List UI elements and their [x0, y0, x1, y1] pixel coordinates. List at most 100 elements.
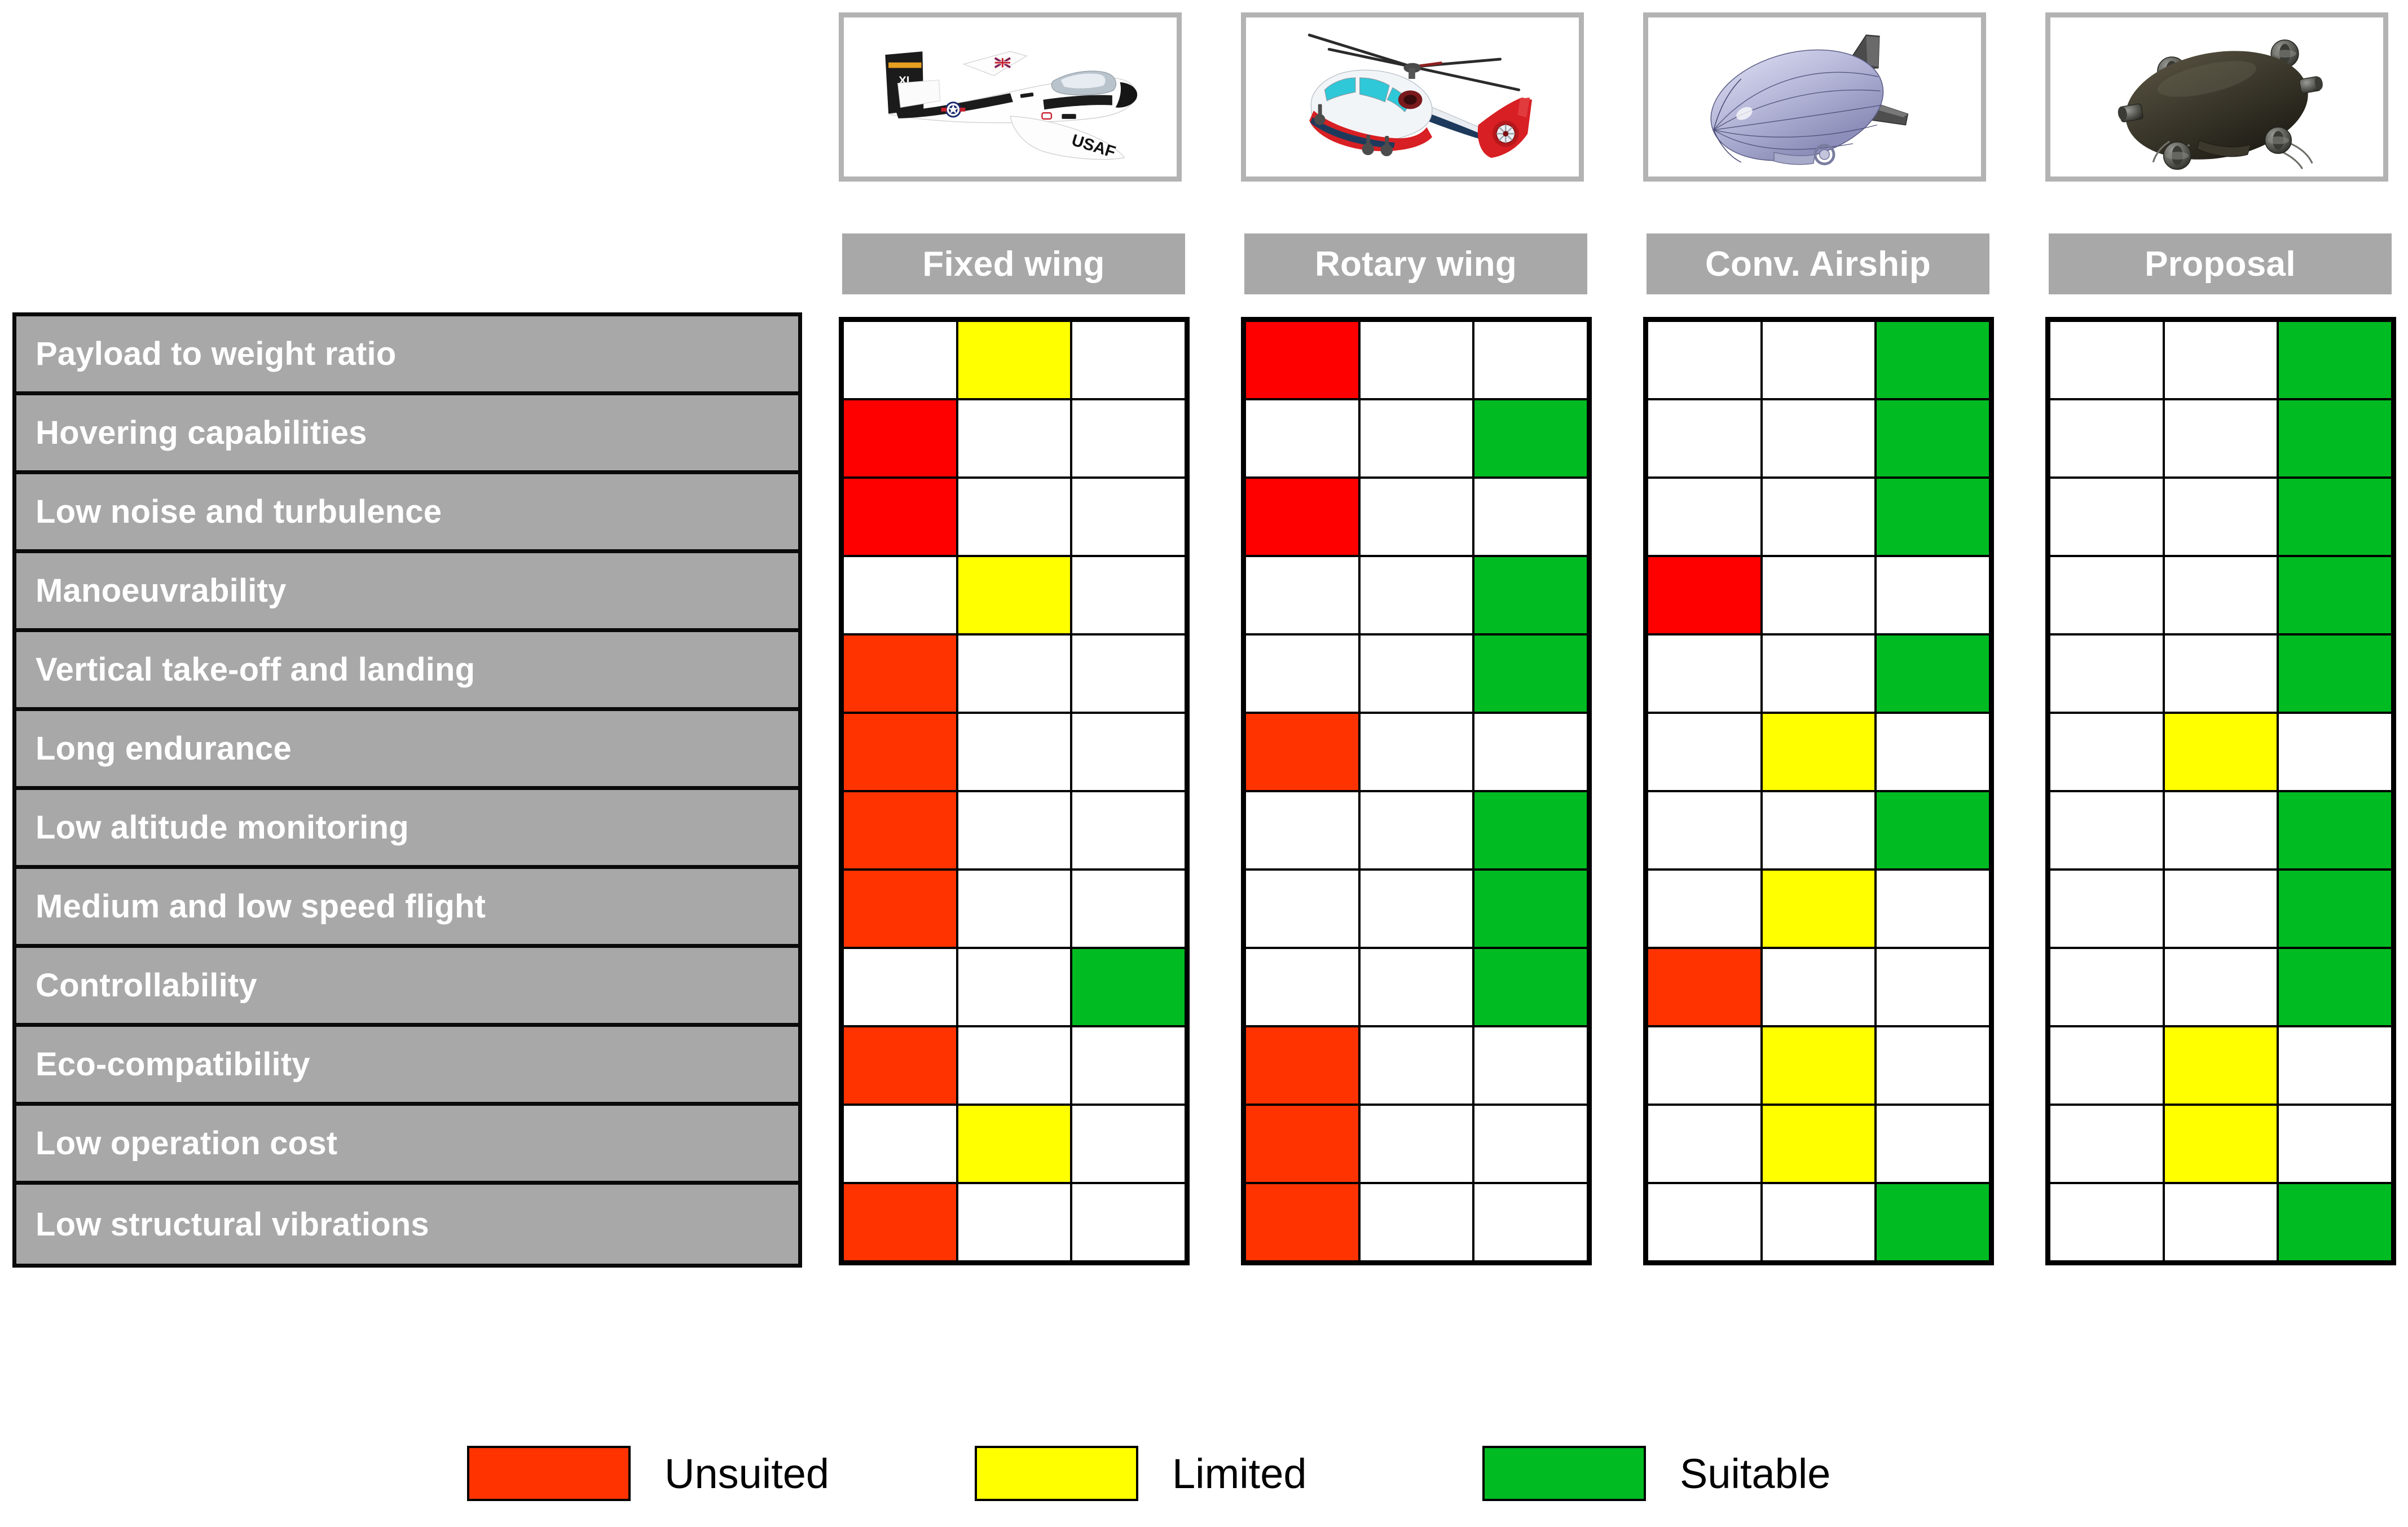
rating-cell-empty — [1762, 557, 1877, 633]
rating-cell-empty — [1360, 1184, 1475, 1260]
rating-cell-filled — [1877, 635, 1989, 712]
rating-cell-filled — [1474, 871, 1587, 947]
rating-cell-empty — [2050, 949, 2165, 1025]
rating-cell-empty — [1474, 1106, 1587, 1182]
rating-cell-empty — [1072, 1184, 1185, 1260]
fixed-wing-aircraft-photo: XL USAF — [844, 17, 1177, 176]
rating-cell-empty — [958, 1027, 1073, 1104]
rating-cell-filled — [958, 557, 1073, 633]
column-header-label: Proposal — [2145, 244, 2296, 284]
rating-cell-empty — [1246, 792, 1361, 868]
rating-row — [1246, 479, 1587, 557]
criteria-row: Long endurance — [16, 711, 798, 790]
legend: Unsuited Limited Suitable — [467, 1437, 1990, 1510]
criteria-label: Long endurance — [36, 730, 292, 767]
rating-cell-empty — [2050, 792, 2165, 868]
rating-row — [1648, 635, 1989, 714]
rating-cell-filled — [2279, 871, 2392, 947]
rating-cell-empty — [1072, 400, 1185, 476]
rating-cell-filled — [844, 871, 958, 947]
rating-cell-empty — [2279, 1027, 2392, 1104]
rating-row — [844, 1106, 1185, 1184]
criteria-row: Manoeuvrability — [16, 553, 798, 632]
rating-cell-filled — [1762, 1027, 1877, 1104]
rating-cell-empty — [1762, 400, 1877, 476]
rating-cell-filled — [1877, 322, 1989, 398]
column-header-label: Fixed wing — [922, 244, 1105, 284]
criteria-label: Vertical take-off and landing — [36, 651, 476, 688]
legend-label: Limited — [1172, 1450, 1307, 1497]
rating-cell-empty — [1762, 792, 1877, 868]
criteria-label: Manoeuvrability — [36, 572, 287, 609]
rating-cell-filled — [1246, 479, 1361, 555]
rating-cell-empty — [2164, 479, 2279, 555]
rating-row — [1246, 1106, 1587, 1184]
thumbnail-fixed-wing: XL USAF — [839, 12, 1182, 182]
criteria-row: Medium and low speed flight — [16, 869, 798, 948]
rating-cell-empty — [1072, 322, 1185, 398]
rating-cell-empty — [1246, 949, 1361, 1025]
rating-cell-empty — [1072, 792, 1185, 868]
rating-row — [1246, 557, 1587, 635]
rating-row — [2050, 635, 2392, 714]
rating-cell-empty — [1648, 871, 1763, 947]
criteria-label-panel: Payload to weight ratio Hovering capabili… — [12, 312, 802, 1268]
rating-row — [844, 714, 1185, 792]
legend-label: Unsuited — [664, 1450, 830, 1497]
rating-cell-empty — [2050, 479, 2165, 555]
criteria-label: Medium and low speed flight — [36, 888, 486, 925]
rating-cell-empty — [958, 714, 1073, 790]
rating-row — [1648, 400, 1989, 479]
rating-cell-empty — [2279, 1106, 2392, 1182]
rating-row — [1648, 792, 1989, 871]
rating-cell-filled — [844, 792, 958, 868]
rating-cell-filled — [844, 1184, 958, 1260]
rating-cell-empty — [2050, 322, 2165, 398]
rating-cell-empty — [1072, 871, 1185, 947]
rating-cell-empty — [1762, 635, 1877, 712]
rating-cell-empty — [1360, 792, 1475, 868]
rating-cell-empty — [1762, 1184, 1877, 1260]
rating-row — [1648, 479, 1989, 557]
column-header-conv-airship: Conv. Airship — [1647, 233, 1989, 294]
rating-cell-empty — [958, 949, 1073, 1025]
rating-cell-empty — [1072, 557, 1185, 633]
rating-cell-empty — [1648, 479, 1763, 555]
rating-cell-empty — [1474, 1027, 1587, 1104]
rating-row — [2050, 322, 2392, 400]
rating-grid-fixed-wing — [839, 317, 1190, 1265]
rating-cell-filled — [2279, 949, 2392, 1025]
rating-cell-filled — [2279, 635, 2392, 712]
legend-item: Unsuited — [467, 1446, 975, 1501]
rating-cell-empty — [1072, 1027, 1185, 1104]
rating-row — [844, 635, 1185, 714]
rating-row — [844, 871, 1185, 949]
rating-cell-empty — [1648, 714, 1763, 790]
rating-cell-filled — [844, 1027, 958, 1104]
rating-cell-empty — [1648, 322, 1763, 398]
rating-cell-filled — [1474, 400, 1587, 476]
rating-cell-empty — [844, 1106, 958, 1182]
column-header-proposal: Proposal — [2049, 233, 2392, 294]
rating-row — [1246, 871, 1587, 949]
rating-row — [1246, 792, 1587, 871]
rating-cell-filled — [2164, 1106, 2279, 1182]
rating-cell-empty — [2050, 557, 2165, 633]
rating-cell-empty — [1474, 714, 1587, 790]
column-header-label: Rotary wing — [1314, 244, 1517, 284]
rating-cell-filled — [2164, 714, 2279, 790]
proposal-airship-render — [2050, 17, 2383, 176]
rating-cell-empty — [1648, 635, 1763, 712]
rating-cell-filled — [844, 714, 958, 790]
rating-cell-empty — [958, 1184, 1073, 1260]
rating-cell-empty — [958, 871, 1073, 947]
rating-row — [2050, 871, 2392, 949]
rating-cell-filled — [2279, 1184, 2392, 1260]
rating-cell-empty — [958, 635, 1073, 712]
rating-cell-filled — [2279, 322, 2392, 398]
rating-cell-filled — [1246, 714, 1361, 790]
rating-cell-empty — [1877, 1106, 1989, 1182]
rating-cell-empty — [1877, 949, 1989, 1025]
rating-cell-filled — [1648, 557, 1763, 633]
rating-cell-empty — [1474, 322, 1587, 398]
